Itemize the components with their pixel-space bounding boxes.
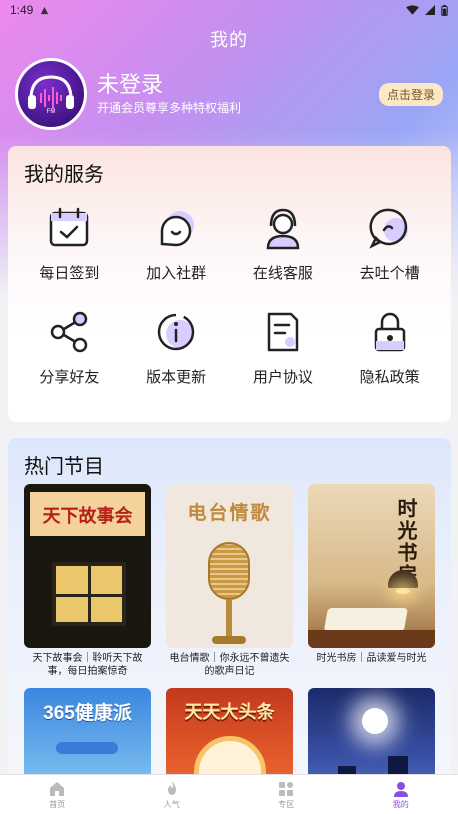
program-item[interactable]: 天天大头条 [166,688,293,778]
lock-icon [374,312,405,352]
program-item[interactable]: 天下故事会 天下故事会｜聆听天下故事，每日拍案惊奇 [24,484,151,678]
status-time: 1:49 [10,3,34,17]
city-light-illustration [362,708,388,734]
program-cover[interactable] [308,688,435,778]
program-caption: 电台情歌｜你永远不曾遗失的歌声日记 [169,653,290,677]
cover-title: 天天大头条 [184,702,275,722]
service-label: 每日签到 [39,265,100,282]
service-label: 分享好友 [39,369,100,386]
service-version-update[interactable]: 版本更新 [123,308,230,392]
info-circle-icon [157,313,195,351]
feedback-bubble-icon [368,208,408,249]
cover-window-illustration [52,562,126,626]
share-icon [51,311,88,353]
services-card: 我的服务 每日签到 加入社群 在线客服 去吐个槽 分享好友 版本更新 用户协议 … [8,146,451,422]
service-label: 用户协议 [252,369,313,386]
service-label: 去吐个槽 [359,265,420,282]
program-caption: 天下故事会｜聆听天下故事，每日拍案惊奇 [32,653,143,677]
cover-title: 电台情歌 [187,502,272,524]
home-icon [50,781,65,796]
programs-title: 热门节目 [24,456,104,478]
microphone-base [212,636,246,644]
clock-illustration [194,736,266,778]
host-badge [56,742,118,754]
program-cover[interactable]: 电台情歌 [166,484,293,648]
headset-agent-icon [266,208,300,250]
person-icon [393,781,408,797]
programs-card: 热门节目 天下故事会 天下故事会｜聆听天下故事，每日拍案惊奇 电台情歌 电台情歌… [8,438,451,778]
avatar-logo-text: FM [46,109,56,115]
tab-popular[interactable]: 人气 [115,775,230,814]
program-cover[interactable]: 365健康派 [24,688,151,778]
notification-icon [41,6,49,14]
login-status[interactable]: 未登录 [97,72,379,97]
login-button[interactable]: 点击登录 [378,82,443,106]
tab-home[interactable]: 首页 [0,775,115,814]
program-item[interactable] [308,688,435,778]
program-cover[interactable]: 天天大头条 [166,688,293,778]
service-join-community[interactable]: 加入社群 [123,204,230,288]
membership-tagline: 开通会员尊享多种特权福利 [97,100,242,115]
status-bar: 1:49 [0,0,458,20]
services-grid: 每日签到 加入社群 在线客服 去吐个槽 分享好友 版本更新 用户协议 隐私政策 [16,204,443,392]
service-label: 加入社群 [146,265,207,282]
page-title: 我的 [210,30,248,50]
service-privacy-policy[interactable]: 隐私政策 [336,308,443,392]
tab-label: 我的 [392,799,409,809]
avatar[interactable]: FM [15,58,87,130]
service-label: 在线客服 [252,265,313,282]
service-feedback[interactable]: 去吐个槽 [336,204,443,288]
microphone-icon [208,542,250,600]
tab-mine[interactable]: 我的 [344,775,458,814]
service-label: 隐私政策 [359,369,420,386]
bottom-tab-bar: 首页 人气 专区 我的 [0,774,458,814]
service-label: 版本更新 [146,369,207,386]
open-book-illustration [324,608,408,630]
calendar-check-icon [50,207,89,247]
program-item[interactable]: 时光书房 时光书房｜品读爱与时光 [308,484,435,678]
microphone-stand [226,600,232,640]
service-online-support[interactable]: 在线客服 [230,204,337,288]
document-icon [267,312,299,352]
program-item[interactable]: 电台情歌 电台情歌｜你永远不曾遗失的歌声日记 [166,484,293,678]
cover-title: 365健康派 [43,703,132,724]
tab-label: 人气 [163,799,180,809]
tab-label: 专区 [278,799,295,809]
cover-title: 天下故事会 [42,506,133,527]
battery-icon [441,4,448,16]
signal-icon [425,5,435,15]
service-user-agreement[interactable]: 用户协议 [230,308,337,392]
chat-bubble-icon [160,211,195,247]
program-cover[interactable]: 天下故事会 [24,484,151,648]
tab-label: 首页 [49,799,66,809]
tab-zone[interactable]: 专区 [229,775,344,814]
services-title: 我的服务 [24,164,104,186]
service-share-friends[interactable]: 分享好友 [16,308,123,392]
flame-icon [167,780,176,795]
table-illustration [308,630,435,648]
grid-icon [279,781,294,796]
program-item[interactable]: 365健康派 [24,688,151,778]
program-caption: 时光书房｜品读爱与时光 [316,653,427,664]
headphones-logo-icon [28,75,74,109]
service-daily-checkin[interactable]: 每日签到 [16,204,123,288]
programs-grid: 天下故事会 天下故事会｜聆听天下故事，每日拍案惊奇 电台情歌 电台情歌｜你永远不… [24,484,436,778]
program-cover[interactable]: 时光书房 [308,484,435,648]
wifi-icon [406,5,419,15]
profile-section: FM 未登录 开通会员尊享多种特权福利 点击登录 [15,58,445,130]
